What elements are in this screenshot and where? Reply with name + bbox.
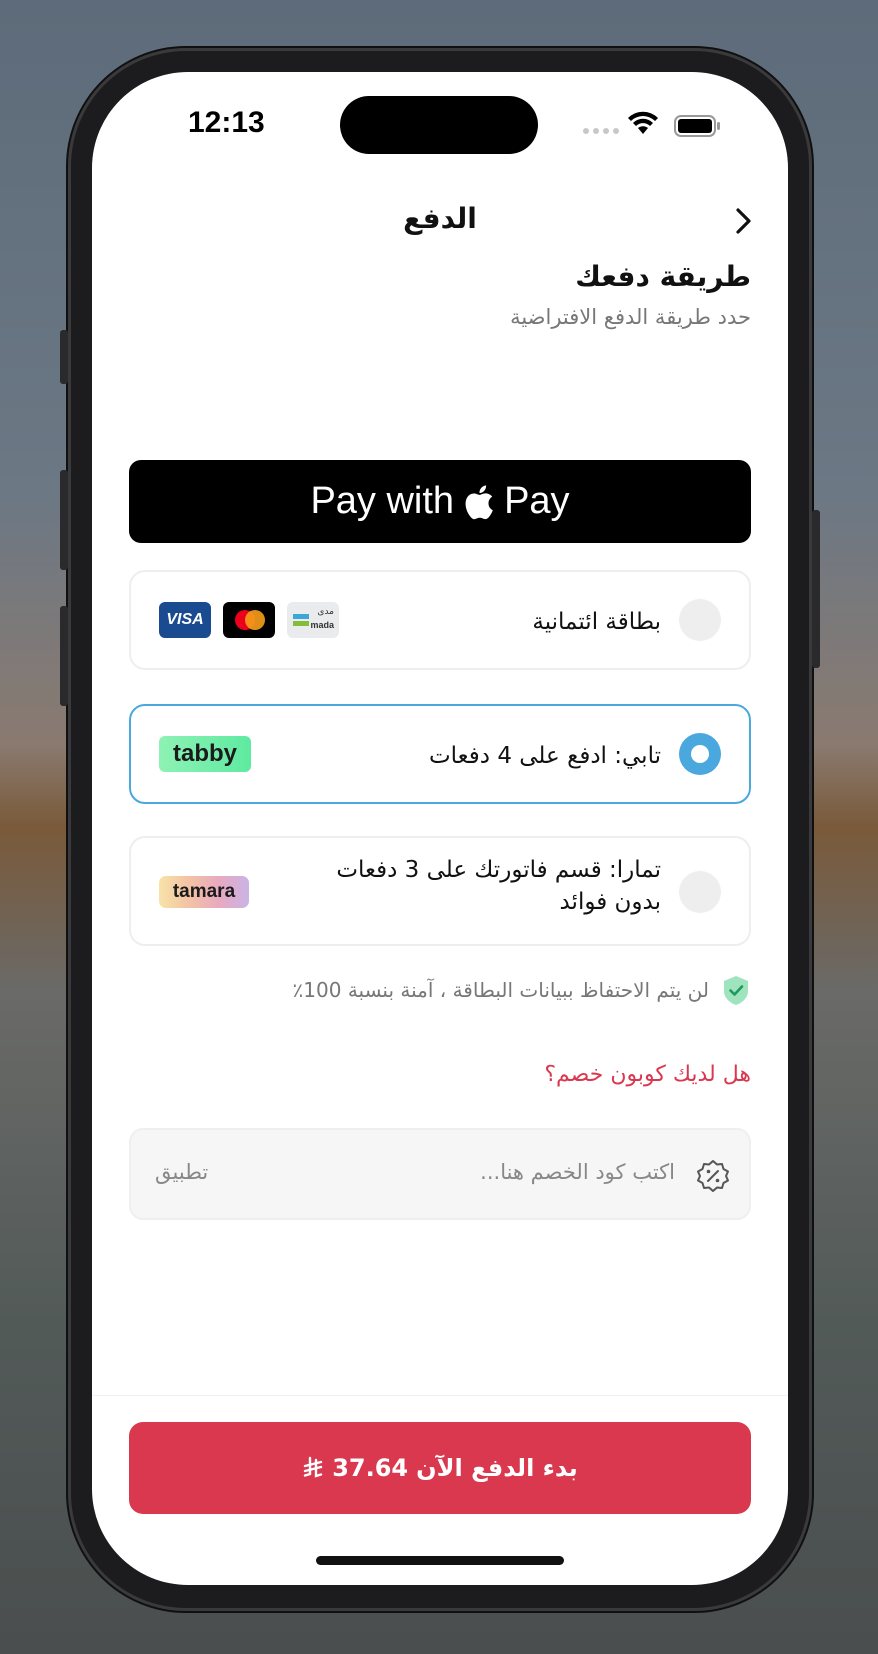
mastercard-logo xyxy=(223,602,275,638)
home-indicator xyxy=(316,1556,564,1565)
option-label-tamara: تمارا: قسم فاتورتك على 3 دفعات بدون فوائ… xyxy=(336,854,661,918)
coupon-apply-button[interactable]: تطبيق xyxy=(155,1160,208,1184)
tabby-logos: tabby xyxy=(159,736,251,772)
mute-switch xyxy=(60,330,68,384)
option-label-credit-card: بطاقة ائتمانية xyxy=(532,609,661,635)
pay-button-label: بدء الدفع الآن xyxy=(416,1454,578,1482)
payment-option-tamara[interactable]: تمارا: قسم فاتورتك على 3 دفعات بدون فوائ… xyxy=(129,836,751,946)
status-bar: 12:13 xyxy=(92,72,788,172)
option-label-tamara-line2: بدون فوائد xyxy=(559,889,661,916)
radio-credit-card[interactable] xyxy=(679,599,721,641)
radio-tabby[interactable] xyxy=(679,733,721,775)
coupon-input[interactable]: اكتب كود الخصم هنا... xyxy=(480,1160,675,1184)
payment-option-tabby[interactable]: تابي: ادفع على 4 دفعات tabby xyxy=(129,704,751,804)
tamara-logo: tamara xyxy=(159,876,249,908)
section-title: طريقة دفعك xyxy=(575,260,751,293)
coupon-field[interactable]: اكتب كود الخصم هنا... تطبيق xyxy=(129,1128,751,1220)
dynamic-island xyxy=(340,96,538,154)
nav-bar: الدفع xyxy=(92,192,788,252)
start-payment-button[interactable]: بدء الدفع الآن 37.64 xyxy=(129,1422,751,1514)
secure-note-text: لن يتم الاحتفاظ ببيانات البطاقة ، آمنة ب… xyxy=(292,978,709,1002)
mada-logo: مدى mada xyxy=(287,602,339,638)
volume-up-button xyxy=(60,470,68,570)
shield-check-icon xyxy=(724,976,748,1005)
apple-pay-label-suffix: Pay xyxy=(504,480,570,522)
battery-icon xyxy=(674,115,720,137)
apple-pay-button[interactable]: Pay with Pay xyxy=(129,460,751,543)
signal-icon xyxy=(583,128,619,134)
payment-option-credit-card[interactable]: بطاقة ائتمانية VISA مدى mada xyxy=(129,570,751,670)
bottom-divider xyxy=(92,1395,788,1396)
screen: 12:13 الدفع طريقة دفعك حدد طريقة الدفع ا… xyxy=(92,72,788,1585)
tamara-logos: tamara xyxy=(159,876,249,908)
section-subtitle: حدد طريقة الدفع الافتراضية xyxy=(510,305,751,329)
status-time: 12:13 xyxy=(188,106,265,139)
secure-note: لن يتم الاحتفاظ ببيانات البطاقة ، آمنة ب… xyxy=(293,974,751,1006)
option-label-tabby: تابي: ادفع على 4 دفعات xyxy=(429,743,661,769)
option-label-tamara-line1: تمارا: قسم فاتورتك على 3 دفعات xyxy=(336,857,661,883)
apple-logo-icon xyxy=(464,484,494,520)
page-title: الدفع xyxy=(403,202,477,235)
tabby-logo: tabby xyxy=(159,736,251,772)
apple-pay-label-prefix: Pay with xyxy=(310,480,455,522)
pay-button-amount: 37.64 xyxy=(332,1454,409,1482)
power-button xyxy=(812,510,820,668)
payment-content: طريقة دفعك حدد طريقة الدفع الافتراضية Pa… xyxy=(129,252,751,1220)
visa-logo: VISA xyxy=(159,602,211,638)
card-brand-logos: VISA مدى mada xyxy=(159,602,339,638)
wifi-icon xyxy=(628,111,658,134)
discount-badge-icon xyxy=(697,1160,729,1192)
riyal-currency-icon xyxy=(302,1456,324,1480)
volume-down-button xyxy=(60,606,68,706)
chevron-right-icon[interactable] xyxy=(726,204,760,238)
radio-tamara[interactable] xyxy=(679,871,721,913)
coupon-question: هل لديك كوبون خصم؟ xyxy=(544,1062,751,1087)
